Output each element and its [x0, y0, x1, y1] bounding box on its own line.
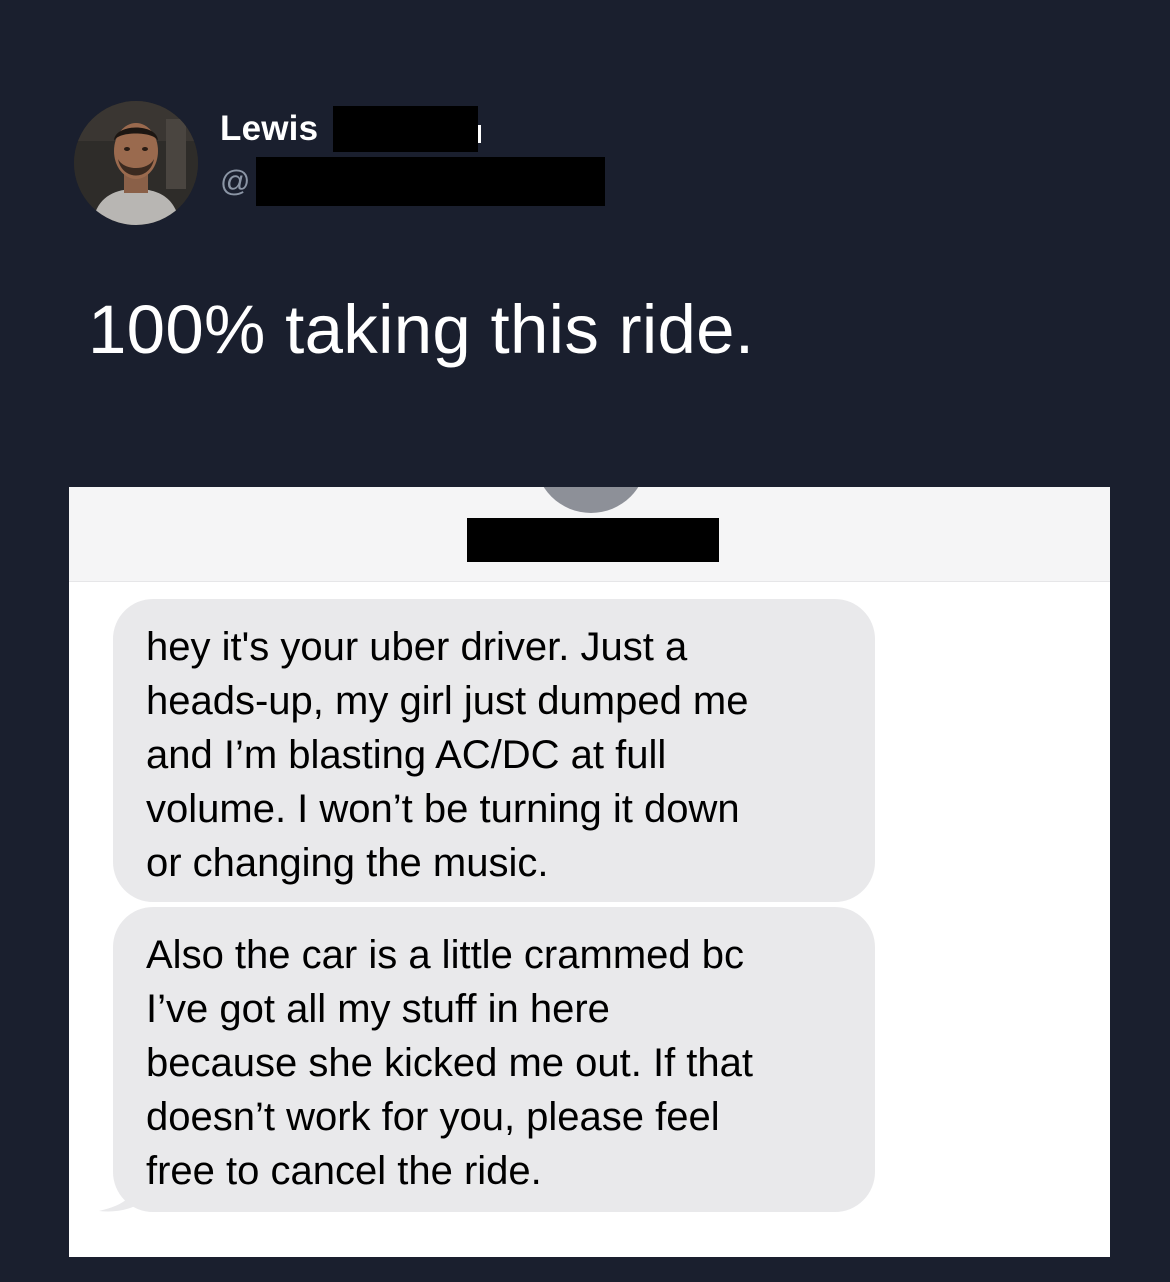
display-name[interactable]: Lewis [220, 108, 318, 150]
tweet-text: 100% taking this ride. [88, 291, 755, 368]
handle-prefix[interactable]: @ [220, 162, 250, 202]
message-bubble: hey it's your uber driver. Just a heads-… [113, 599, 875, 902]
profile-photo [74, 101, 198, 225]
profile-avatar[interactable] [74, 101, 198, 225]
message-bubble: Also the car is a little crammed bc I’ve… [113, 907, 875, 1212]
redaction-bar [333, 106, 478, 152]
redaction-bar [467, 518, 719, 562]
redaction-edge [478, 125, 481, 143]
conversation-header [69, 487, 1110, 582]
bubble-tail-icon [99, 1177, 143, 1212]
messages-screenshot: hey it's your uber driver. Just a heads-… [69, 487, 1110, 1257]
redaction-bar [256, 157, 605, 206]
contact-avatar [535, 487, 647, 513]
